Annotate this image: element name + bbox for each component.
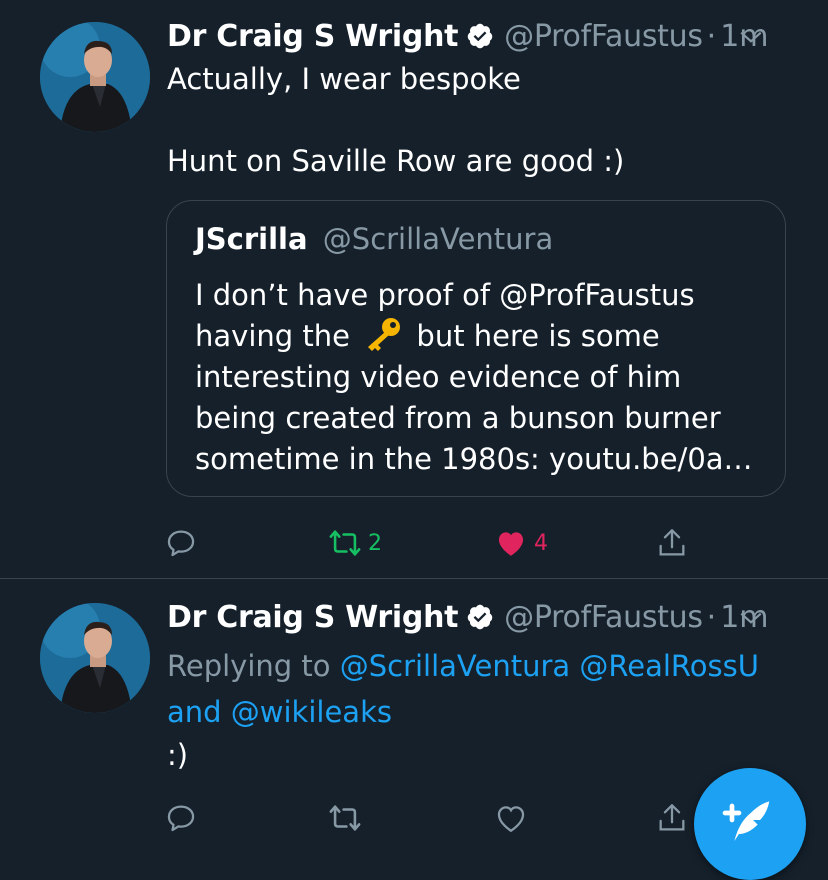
author-name[interactable]: Dr Craig S Wright [167, 19, 458, 54]
quoted-tweet[interactable]: JScrilla @ScrillaVentura I don’t have pr… [166, 200, 786, 497]
quote-text: I don’t have proof of @ProfFaustus havin… [195, 275, 765, 480]
chevron-down-icon[interactable] [738, 605, 764, 631]
quote-author-handle: @ScrillaVentura [322, 222, 554, 256]
heart-outline-icon [497, 806, 525, 833]
replying-to-mention-wikileaks[interactable]: @wikileaks [231, 695, 392, 729]
retweet-button[interactable]: 2 [328, 523, 382, 563]
heart-filled-icon [498, 532, 524, 556]
tweet-text: Actually, I wear bespoke Hunt on Saville… [167, 62, 625, 178]
author-name[interactable]: Dr Craig S Wright [167, 600, 458, 635]
share-icon [659, 804, 685, 831]
retweet-count: 2 [368, 530, 382, 556]
key-emoji-icon [368, 318, 401, 351]
compose-tweet-button[interactable] [694, 768, 806, 880]
avatar[interactable] [40, 603, 150, 713]
tweet-text: :) [167, 738, 189, 772]
verified-badge-icon [467, 23, 493, 49]
tweet-header: Dr Craig S Wright @ProfFaustus · 1m [167, 14, 828, 58]
replying-to-label: Replying to [167, 649, 331, 683]
chevron-down-icon[interactable] [738, 24, 764, 50]
verified-badge-icon [467, 604, 493, 630]
separator-dot: · [706, 599, 717, 635]
reply-icon [167, 530, 195, 557]
separator-dot: · [706, 18, 717, 54]
reply-button[interactable] [164, 798, 198, 838]
share-button[interactable] [655, 798, 689, 838]
retweet-icon [329, 530, 361, 556]
replying-to: Replying to @ScrillaVentura @RealRossU a… [167, 643, 788, 735]
retweet-button[interactable] [328, 798, 362, 838]
like-button[interactable]: 4 [494, 523, 548, 563]
tweet[interactable]: Dr Craig S Wright @ProfFaustus · 1m Actu… [0, 0, 828, 579]
tweet-header: Dr Craig S Wright @ProfFaustus · 1m [167, 595, 828, 639]
quote-author-name: JScrilla [195, 222, 308, 256]
avatar[interactable] [40, 22, 150, 132]
compose-tweet-icon [722, 801, 770, 841]
tweet-actions: 2 4 [0, 523, 828, 563]
author-handle[interactable]: @ProfFaustus [504, 19, 703, 54]
replying-to-and[interactable]: and [167, 695, 222, 729]
share-icon [659, 529, 685, 556]
quote-header: JScrilla @ScrillaVentura [195, 222, 553, 256]
author-handle[interactable]: @ProfFaustus [504, 600, 703, 635]
replying-to-mentions[interactable]: @ScrillaVentura @RealRossU [340, 649, 759, 683]
like-count: 4 [534, 530, 548, 556]
share-button[interactable] [655, 523, 689, 563]
reply-icon [167, 805, 195, 832]
reply-button[interactable] [164, 523, 198, 563]
like-button[interactable] [494, 798, 528, 838]
retweet-icon [329, 805, 361, 831]
